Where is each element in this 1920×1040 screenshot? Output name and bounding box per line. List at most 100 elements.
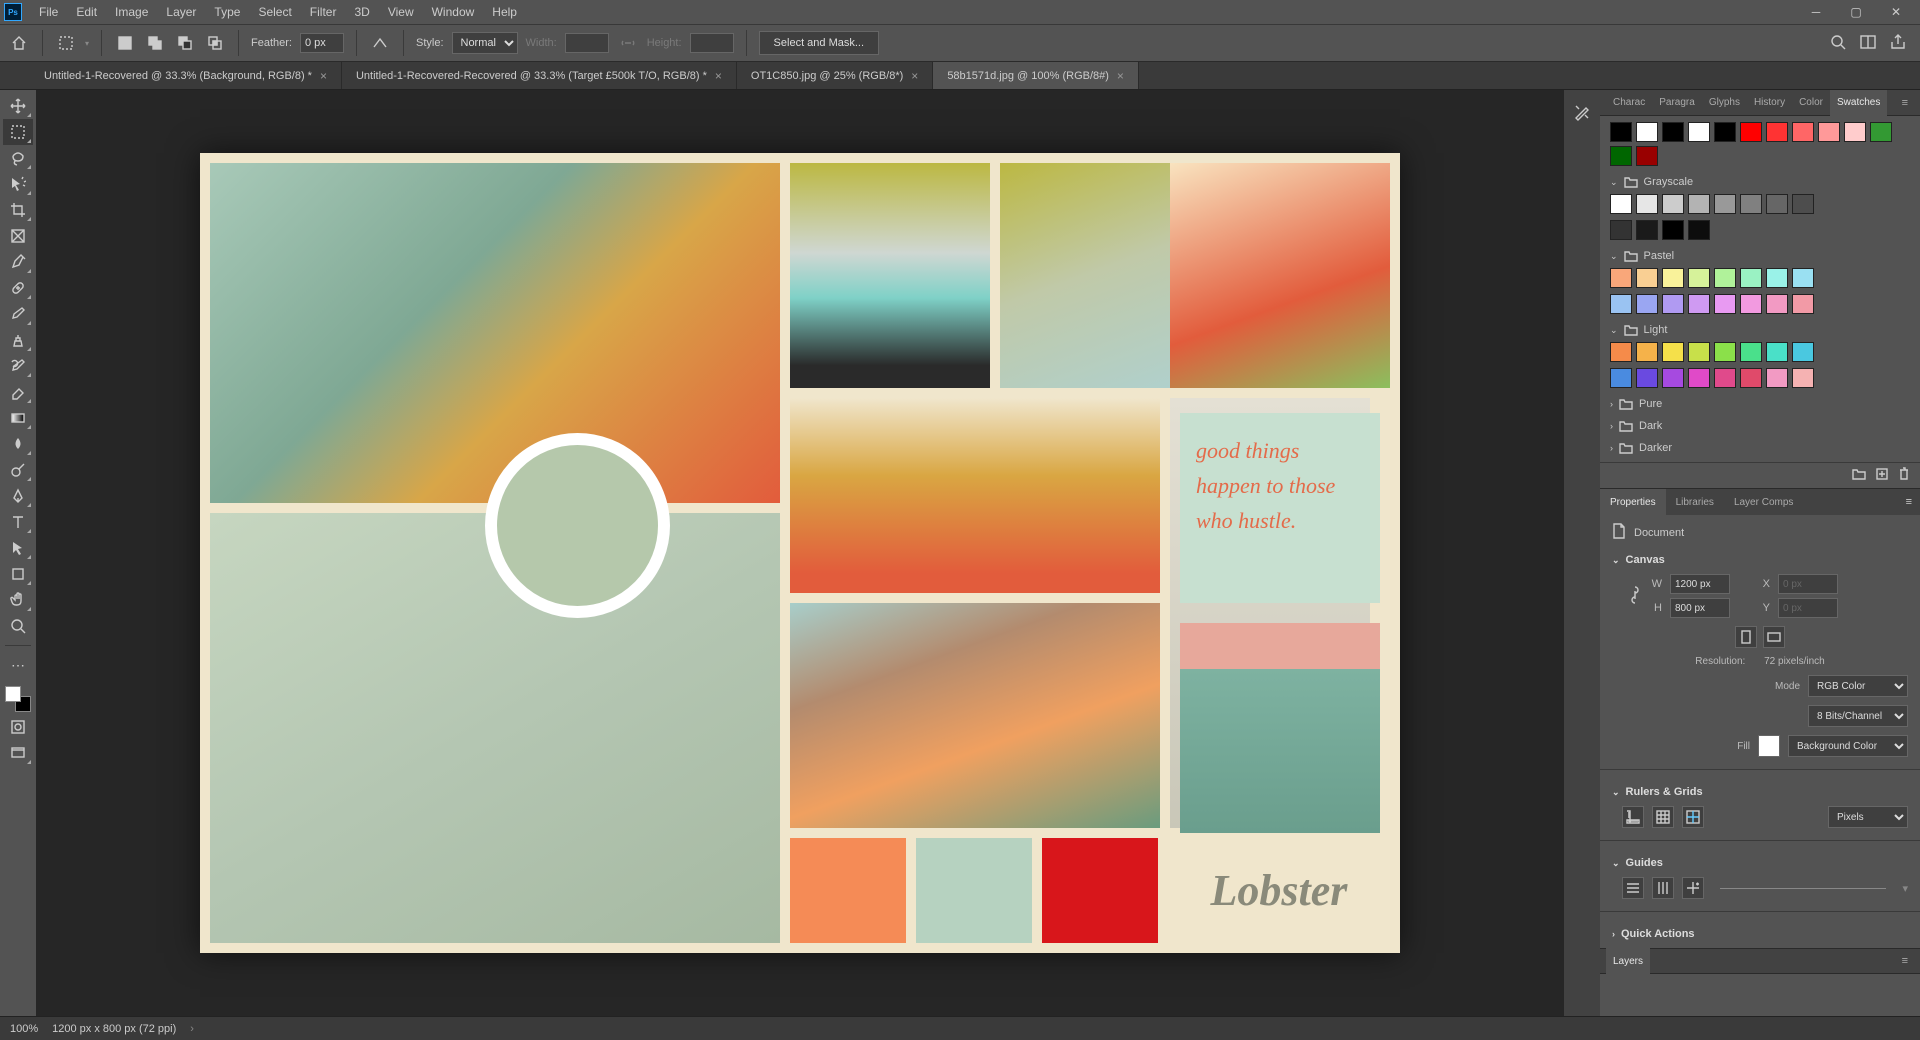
swatch[interactable]	[1662, 220, 1684, 240]
panel-tab-glyphs[interactable]: Glyphs	[1702, 90, 1747, 116]
blur-tool-icon[interactable]	[3, 431, 33, 457]
layers-tab[interactable]: Layers	[1606, 948, 1650, 974]
swatch[interactable]	[1610, 368, 1632, 388]
quick-select-tool-icon[interactable]	[3, 171, 33, 197]
swatch[interactable]	[1688, 220, 1710, 240]
layers-panel-header[interactable]: Layers ≡	[1600, 948, 1920, 974]
close-icon[interactable]: ×	[320, 69, 327, 83]
document-tab[interactable]: 58b1571d.jpg @ 100% (RGB/8#)×	[933, 62, 1139, 89]
selection-intersect-icon[interactable]	[204, 32, 226, 54]
menu-image[interactable]: Image	[106, 1, 157, 23]
menu-edit[interactable]: Edit	[67, 1, 106, 23]
fill-select[interactable]: Background Color	[1788, 735, 1908, 757]
marquee-tool-icon[interactable]	[3, 119, 33, 145]
swatch-folder[interactable]: ›Pure	[1610, 398, 1910, 410]
brush-tool-icon[interactable]	[3, 301, 33, 327]
link-dimensions-icon[interactable]	[1630, 585, 1640, 608]
healing-tool-icon[interactable]	[3, 275, 33, 301]
chevron-right-icon[interactable]: ›	[190, 1023, 194, 1035]
menu-window[interactable]: Window	[423, 1, 484, 23]
path-select-tool-icon[interactable]	[3, 535, 33, 561]
orientation-landscape-icon[interactable]	[1763, 626, 1785, 648]
menu-view[interactable]: View	[379, 1, 423, 23]
swatch-folder[interactable]: ⌄Light	[1610, 324, 1910, 336]
swatch[interactable]	[1636, 294, 1658, 314]
swatch[interactable]	[1688, 122, 1710, 142]
swatch[interactable]	[1688, 342, 1710, 362]
swatch[interactable]	[1740, 122, 1762, 142]
swatch[interactable]	[1636, 194, 1658, 214]
share-icon[interactable]	[1890, 34, 1906, 53]
panel-tab-layer-comps[interactable]: Layer Comps	[1724, 489, 1803, 515]
orientation-portrait-icon[interactable]	[1735, 626, 1757, 648]
swatch[interactable]	[1610, 294, 1632, 314]
edit-toolbar-icon[interactable]: ⋯	[3, 652, 33, 678]
canvas-height-input[interactable]	[1670, 598, 1730, 618]
swatch[interactable]	[1610, 122, 1632, 142]
window-minimize-icon[interactable]: ─	[1796, 0, 1836, 24]
canvas-width-input[interactable]	[1670, 574, 1730, 594]
swatch[interactable]	[1714, 194, 1736, 214]
menu-file[interactable]: File	[30, 1, 67, 23]
swatch[interactable]	[1766, 294, 1788, 314]
quick-actions-header[interactable]: ›Quick Actions	[1612, 928, 1908, 940]
panel-tab-history[interactable]: History	[1747, 90, 1792, 116]
menu-help[interactable]: Help	[483, 1, 526, 23]
swatch[interactable]	[1818, 122, 1840, 142]
zoom-tool-icon[interactable]	[3, 613, 33, 639]
foreground-background-colors[interactable]	[3, 684, 33, 714]
frame-tool-icon[interactable]	[3, 223, 33, 249]
swatch[interactable]	[1636, 220, 1658, 240]
folder-icon[interactable]	[1852, 468, 1866, 483]
swatch[interactable]	[1714, 122, 1736, 142]
quick-mask-icon[interactable]	[3, 714, 33, 740]
swatch[interactable]	[1688, 294, 1710, 314]
document-tab[interactable]: OT1C850.jpg @ 25% (RGB/8*)×	[737, 62, 933, 89]
panel-tab-libraries[interactable]: Libraries	[1666, 489, 1724, 515]
document-tab[interactable]: Untitled-1-Recovered-Recovered @ 33.3% (…	[342, 62, 737, 89]
gradient-tool-icon[interactable]	[3, 405, 33, 431]
new-swatch-icon[interactable]	[1876, 468, 1888, 483]
swatch[interactable]	[1688, 368, 1710, 388]
swatch[interactable]	[1662, 268, 1684, 288]
crop-tool-icon[interactable]	[3, 197, 33, 223]
arrange-docs-icon[interactable]	[1860, 34, 1876, 53]
eyedropper-tool-icon[interactable]	[3, 249, 33, 275]
menu-layer[interactable]: Layer	[157, 1, 205, 23]
swatch[interactable]	[1610, 146, 1632, 166]
swatch[interactable]	[1636, 268, 1658, 288]
swatch[interactable]	[1662, 294, 1684, 314]
feather-input[interactable]	[300, 33, 344, 53]
swatch[interactable]	[1662, 342, 1684, 362]
swatch[interactable]	[1610, 342, 1632, 362]
document-tab[interactable]: Untitled-1-Recovered @ 33.3% (Background…	[30, 62, 342, 89]
swatch[interactable]	[1740, 294, 1762, 314]
panel-menu-icon[interactable]: ≡	[1898, 496, 1920, 508]
panel-tab-properties[interactable]: Properties	[1600, 489, 1666, 515]
swatch[interactable]	[1792, 342, 1814, 362]
panel-tab-color[interactable]: Color	[1792, 90, 1830, 116]
swatch[interactable]	[1844, 122, 1866, 142]
window-close-icon[interactable]: ✕	[1876, 0, 1916, 24]
swatch[interactable]	[1740, 194, 1762, 214]
swatch[interactable]	[1714, 368, 1736, 388]
grid-icon[interactable]	[1652, 806, 1674, 828]
swatch[interactable]	[1792, 268, 1814, 288]
selection-add-icon[interactable]	[144, 32, 166, 54]
swatch[interactable]	[1792, 122, 1814, 142]
lasso-tool-icon[interactable]	[3, 145, 33, 171]
close-icon[interactable]: ×	[715, 69, 722, 83]
document-info[interactable]: 1200 px x 800 px (72 ppi)	[52, 1023, 176, 1035]
swatch[interactable]	[1792, 294, 1814, 314]
panel-menu-icon[interactable]: ≡	[1896, 97, 1914, 109]
guides-section-header[interactable]: ⌄Guides	[1612, 857, 1908, 869]
swatch-folder[interactable]: ›Darker	[1610, 442, 1910, 454]
pen-tool-icon[interactable]	[3, 483, 33, 509]
swatch[interactable]	[1740, 268, 1762, 288]
canvas-area[interactable]: Lobster good things happen to those who …	[36, 90, 1564, 1016]
swatch[interactable]	[1610, 194, 1632, 214]
swatch[interactable]	[1766, 268, 1788, 288]
swatch[interactable]	[1662, 368, 1684, 388]
swatch[interactable]	[1636, 342, 1658, 362]
swatch[interactable]	[1610, 268, 1632, 288]
